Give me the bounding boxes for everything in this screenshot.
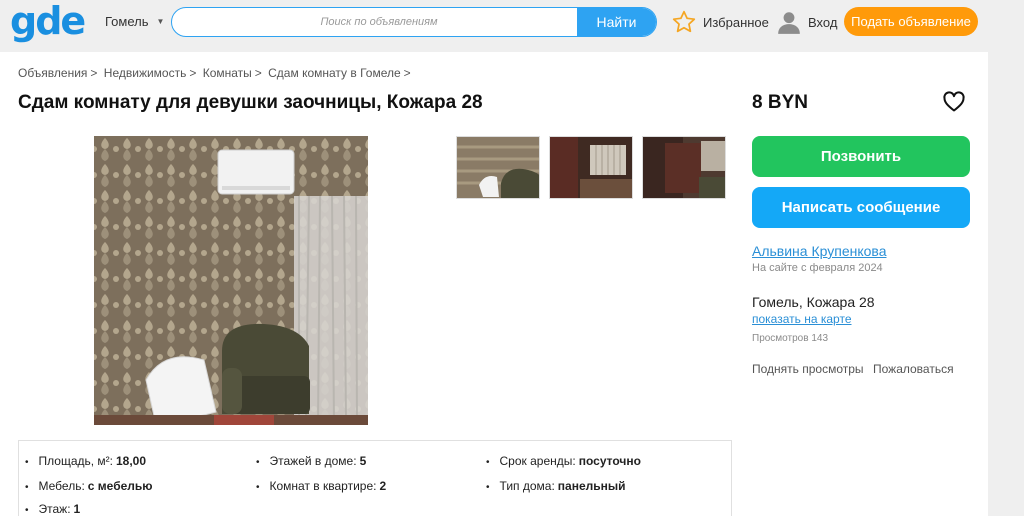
- param-label: Этажей в доме:: [269, 454, 357, 468]
- param-floors: • Этажей в доме: 5: [256, 454, 367, 468]
- post-ad-button[interactable]: Подать объявление: [844, 7, 978, 36]
- param-value: 18,00: [116, 454, 147, 468]
- param-label: Этаж:: [38, 502, 71, 516]
- main-photo[interactable]: [94, 136, 368, 425]
- param-floor: • Этаж: 1: [25, 502, 81, 516]
- seller-name-link[interactable]: Альвина Крупенкова: [752, 243, 886, 259]
- photo-thumbnail[interactable]: [549, 136, 633, 199]
- show-on-map-link[interactable]: показать на карте: [752, 312, 852, 326]
- city-selector[interactable]: Гомель ▼: [105, 14, 164, 29]
- star-icon: [672, 10, 696, 33]
- listing-title: Сдам комнату для девушки заочницы, Кожар…: [18, 92, 483, 113]
- site-logo[interactable]: gde: [10, 2, 86, 40]
- breadcrumb-item[interactable]: Комнаты: [203, 66, 252, 80]
- listing-card: Объявления > Недвижимость > Комнаты > Сдам …: [0, 52, 988, 516]
- param-value: 1: [73, 502, 81, 516]
- favorites-link[interactable]: Избранное: [671, 9, 769, 35]
- param-value: панельный: [557, 479, 626, 493]
- search-input[interactable]: [184, 8, 574, 36]
- param-area: • Площадь, м²: 18,00: [25, 454, 147, 468]
- complain-link[interactable]: Пожаловаться: [873, 362, 954, 376]
- breadcrumb-item[interactable]: Недвижимость: [104, 66, 187, 80]
- raise-views-link[interactable]: Поднять просмотры: [752, 362, 864, 376]
- site-header: gde Гомель ▼ Найти Избранное Вход Подать…: [0, 0, 1024, 44]
- user-icon: [778, 12, 800, 34]
- call-button[interactable]: Позвонить: [752, 136, 970, 177]
- param-label: Площадь, м²:: [38, 454, 113, 468]
- photo-thumbnail[interactable]: [642, 136, 726, 199]
- listing-params: • Площадь, м²: 18,00 • Этажей в доме: 5 …: [18, 440, 732, 516]
- breadcrumb: Объявления > Недвижимость > Комнаты > Сдам …: [18, 66, 411, 80]
- login-link[interactable]: Вход: [776, 9, 837, 35]
- chevron-down-icon: ▼: [156, 17, 165, 26]
- breadcrumb-item[interactable]: Объявления: [18, 66, 87, 80]
- param-label: Мебель:: [38, 479, 85, 493]
- city-label: Гомель: [105, 14, 149, 29]
- search-bar: Найти: [171, 7, 657, 37]
- login-label: Вход: [808, 14, 838, 30]
- param-label: Тип дома:: [499, 479, 555, 493]
- add-to-favorites-button[interactable]: [942, 90, 966, 114]
- param-term: • Срок аренды: посуточно: [486, 454, 641, 468]
- heart-icon: [943, 91, 965, 112]
- favorites-label: Избранное: [703, 14, 769, 30]
- send-message-button[interactable]: Написать сообщение: [752, 187, 970, 228]
- search-button[interactable]: Найти: [577, 8, 656, 36]
- param-rooms: • Комнат в квартире: 2: [256, 479, 387, 493]
- breadcrumb-item[interactable]: Сдам комнату в Гомеле: [268, 66, 401, 80]
- param-label: Комнат в квартире:: [269, 479, 377, 493]
- listing-price: 8 BYN: [752, 92, 808, 113]
- param-value: 2: [379, 479, 387, 493]
- param-value: 5: [359, 454, 367, 468]
- listing-address: Гомель, Кожара 28: [752, 294, 875, 310]
- views-count: Просмотров 143: [752, 333, 829, 344]
- param-value: с мебелью: [87, 479, 153, 493]
- photo-thumbnail[interactable]: [456, 136, 540, 199]
- param-house-type: • Тип дома: панельный: [486, 479, 626, 493]
- seller-since: На сайте с февраля 2024: [752, 262, 883, 274]
- param-value: посуточно: [578, 454, 641, 468]
- param-label: Срок аренды:: [499, 454, 576, 468]
- param-furniture: • Мебель: с мебелью: [25, 479, 153, 493]
